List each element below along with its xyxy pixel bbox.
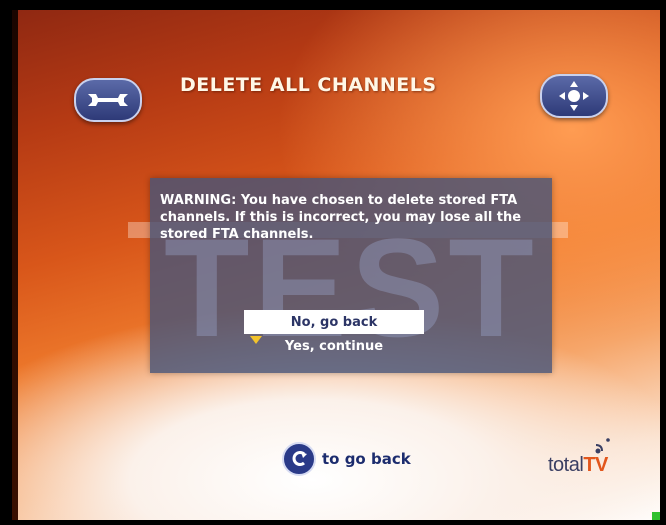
warning-message: WARNING: You have chosen to delete store… bbox=[160, 193, 522, 242]
warning-dialog: TEST WARNING: You have chosen to delete … bbox=[150, 178, 552, 373]
navigation-pad-icon bbox=[559, 81, 589, 111]
yes-continue-option[interactable]: Yes, continue bbox=[244, 334, 424, 358]
back-button-icon bbox=[282, 442, 316, 476]
logo-text-total: total bbox=[548, 454, 584, 476]
logo-text-tv: TV bbox=[583, 454, 608, 476]
wrench-icon bbox=[88, 94, 128, 106]
screen-edge bbox=[12, 10, 18, 520]
return-arrow-icon bbox=[292, 451, 307, 466]
no-go-back-option[interactable]: No, go back bbox=[244, 310, 424, 334]
navigation-pill bbox=[540, 74, 608, 118]
back-hint: to go back bbox=[282, 442, 411, 476]
status-indicator bbox=[652, 512, 660, 520]
settings-pill bbox=[74, 78, 142, 122]
tv-screen: DELETE ALL CHANNELS TEST WARNING: You ha… bbox=[12, 10, 660, 520]
hint-label: to go back bbox=[322, 450, 411, 468]
signal-icon bbox=[595, 438, 610, 454]
totaltv-logo: totalTV bbox=[548, 436, 628, 480]
page-title: DELETE ALL CHANNELS bbox=[180, 74, 437, 96]
